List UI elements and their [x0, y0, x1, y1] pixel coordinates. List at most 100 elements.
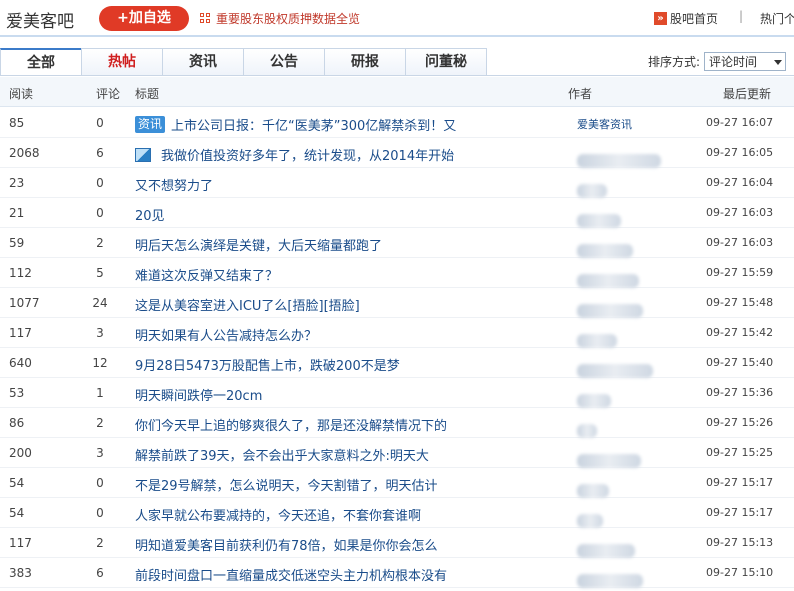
post-title[interactable]: 我做价值投资好多年了，统计发现，从2014年开始 [135, 145, 454, 164]
tab-research[interactable]: 研报 [324, 48, 406, 76]
blurred-author [577, 274, 639, 288]
home-link-label: 股吧首页 [670, 12, 719, 26]
tab-ask-secretary[interactable]: 问董秘 [405, 48, 487, 76]
col-last-updated[interactable]: 最后更新 [723, 85, 771, 102]
comment-count: 2 [96, 236, 104, 250]
post-title[interactable]: 明后天怎么演绎是关键，大后天缩量都跑了 [135, 235, 382, 254]
table-row: 54 0 不是29号解禁，怎么说明天，今天割错了，明天估计 09-27 15:1… [0, 468, 794, 498]
pledge-data-link[interactable]: 重要股东股权质押数据全览 [200, 10, 360, 27]
read-count: 85 [9, 116, 25, 130]
table-row: 21 0 20见 09-27 16:03 [0, 198, 794, 228]
post-time: 09-27 15:40 [706, 356, 774, 369]
blurred-author [577, 484, 609, 498]
read-count: 54 [9, 506, 25, 520]
col-author: 作者 [568, 87, 593, 101]
tab-divider [0, 75, 794, 76]
tab-news[interactable]: 资讯 [162, 48, 244, 76]
tab-announcements[interactable]: 公告 [243, 48, 325, 76]
hot-people-link[interactable]: 热门个 [760, 10, 794, 27]
read-count: 59 [9, 236, 25, 250]
post-title[interactable]: 解禁前跌了39天，会不会出乎大家意料之外:明天大 [135, 445, 429, 464]
post-title[interactable]: 又不想努力了 [135, 175, 213, 194]
read-count: 117 [9, 536, 32, 550]
post-title-text: 我做价值投资好多年了，统计发现，从2014年开始 [161, 149, 455, 164]
table-row: 117 2 明知道爱美客目前获利仍有78倍，如果是你你会怎么 09-27 15:… [0, 528, 794, 558]
guba-home-link[interactable]: » 股吧首页 [654, 10, 718, 27]
post-time: 09-27 16:07 [706, 116, 774, 129]
post-time: 09-27 15:48 [706, 296, 774, 309]
post-time: 09-27 16:03 [706, 236, 774, 249]
comment-count: 2 [96, 416, 104, 430]
post-title[interactable]: 人家早就公布要减持的，今天还追，不套你套谁啊 [135, 505, 421, 524]
post-time: 09-27 15:17 [706, 506, 774, 519]
sort-select[interactable]: 评论时间 [704, 52, 787, 71]
post-time: 09-27 16:05 [706, 146, 774, 159]
table-row: 112 5 难道这次反弹又结束了？ 09-27 15:59 [0, 258, 794, 288]
table-row: 117 3 明天如果有人公告减持怎么办？ 09-27 15:42 [0, 318, 794, 348]
table-header: 阅读 评论 标题 作者 最后更新 [0, 77, 794, 107]
read-count: 1077 [9, 296, 40, 310]
post-title[interactable]: 明知道爱美客目前获利仍有78倍，如果是你你会怎么 [135, 535, 438, 554]
col-comments[interactable]: 评论 [96, 85, 120, 102]
post-time: 09-27 16:04 [706, 176, 774, 189]
blurred-author [577, 244, 633, 258]
sort-label: 排序方式: [648, 55, 701, 69]
post-time: 09-27 15:17 [706, 476, 774, 489]
post-time: 09-27 15:13 [706, 536, 774, 549]
tab-hot-posts[interactable]: 热帖 [81, 48, 163, 76]
comment-count: 2 [96, 536, 104, 550]
blurred-author [577, 184, 607, 198]
post-title[interactable]: 不是29号解禁，怎么说明天，今天割错了，明天估计 [135, 475, 438, 494]
image-icon [135, 147, 151, 162]
blurred-author [577, 334, 617, 348]
read-count: 2068 [9, 146, 40, 160]
comment-count: 0 [96, 116, 104, 130]
read-count: 86 [9, 416, 25, 430]
table-row: 54 0 人家早就公布要减持的，今天还追，不套你套谁啊 09-27 15:17 [0, 498, 794, 528]
tab-all[interactable]: 全部 [0, 48, 82, 76]
post-title-text: 上市公司日报：千亿“医美茅”300亿解禁杀到！又 [171, 119, 457, 134]
post-list: 85 0 资讯 上市公司日报：千亿“医美茅”300亿解禁杀到！又 爱美客资讯 09… [0, 108, 794, 588]
post-title[interactable]: 20见 [135, 205, 165, 224]
table-row: 1077 24 这是从美容室进入ICU了么[捂脸][捂脸] 09-27 15:4… [0, 288, 794, 318]
comment-count: 0 [96, 206, 104, 220]
post-time: 09-27 15:10 [706, 566, 774, 579]
post-title[interactable]: 你们今天早上追的够爽很久了，那是还没解禁情况下的 [135, 415, 447, 434]
bar-title[interactable]: 爱美客吧 [6, 7, 74, 32]
post-title[interactable]: 明天如果有人公告减持怎么办？ [135, 325, 317, 344]
pledge-link-label: 重要股东股权质押数据全览 [216, 12, 361, 26]
blurred-author [577, 514, 603, 528]
table-row: 2068 6 我做价值投资好多年了，统计发现，从2014年开始 09-27 16… [0, 138, 794, 168]
post-title[interactable]: 明天瞬间跌停一20cm [135, 385, 262, 404]
table-row: 53 1 明天瞬间跌停一20cm 09-27 15:36 [0, 378, 794, 408]
post-title[interactable]: 9月28日5473万股配售上市，跌破200不是梦 [135, 355, 400, 374]
blurred-author [577, 574, 643, 588]
post-time: 09-27 15:36 [706, 386, 774, 399]
comment-count: 12 [92, 356, 108, 370]
post-time: 09-27 15:59 [706, 266, 774, 279]
table-row: 23 0 又不想努力了 09-27 16:04 [0, 168, 794, 198]
add-to-watchlist-button[interactable]: +加自选 [99, 6, 189, 31]
post-title[interactable]: 难道这次反弹又结束了？ [135, 265, 278, 284]
col-read[interactable]: 阅读 [9, 85, 33, 102]
comment-count: 5 [96, 266, 104, 280]
chevron-down-icon [771, 53, 786, 70]
comment-count: 6 [96, 146, 104, 160]
post-author[interactable]: 爱美客资讯 [577, 116, 632, 132]
read-count: 112 [9, 266, 32, 280]
post-time: 09-27 16:03 [706, 206, 774, 219]
comment-count: 3 [96, 446, 104, 460]
blurred-author [577, 364, 653, 378]
post-title[interactable]: 资讯 上市公司日报：千亿“医美茅”300亿解禁杀到！又 [135, 115, 456, 134]
post-title[interactable]: 前段时间盘口一直缩量成交低迷空头主力机构根本没有 [135, 565, 447, 584]
post-title[interactable]: 这是从美容室进入ICU了么[捂脸][捂脸] [135, 295, 360, 314]
comment-count: 1 [96, 386, 104, 400]
table-row: 59 2 明后天怎么演绎是关键，大后天缩量都跑了 09-27 16:03 [0, 228, 794, 258]
comment-count: 0 [96, 176, 104, 190]
top-header: 爱美客吧 +加自选 重要股东股权质押数据全览 » 股吧首页 | 热门个 [0, 0, 794, 37]
post-time: 09-27 15:26 [706, 416, 774, 429]
blurred-author [577, 304, 643, 318]
comment-count: 0 [96, 476, 104, 490]
post-time: 09-27 15:25 [706, 446, 774, 459]
table-row: 86 2 你们今天早上追的够爽很久了，那是还没解禁情况下的 09-27 15:2… [0, 408, 794, 438]
